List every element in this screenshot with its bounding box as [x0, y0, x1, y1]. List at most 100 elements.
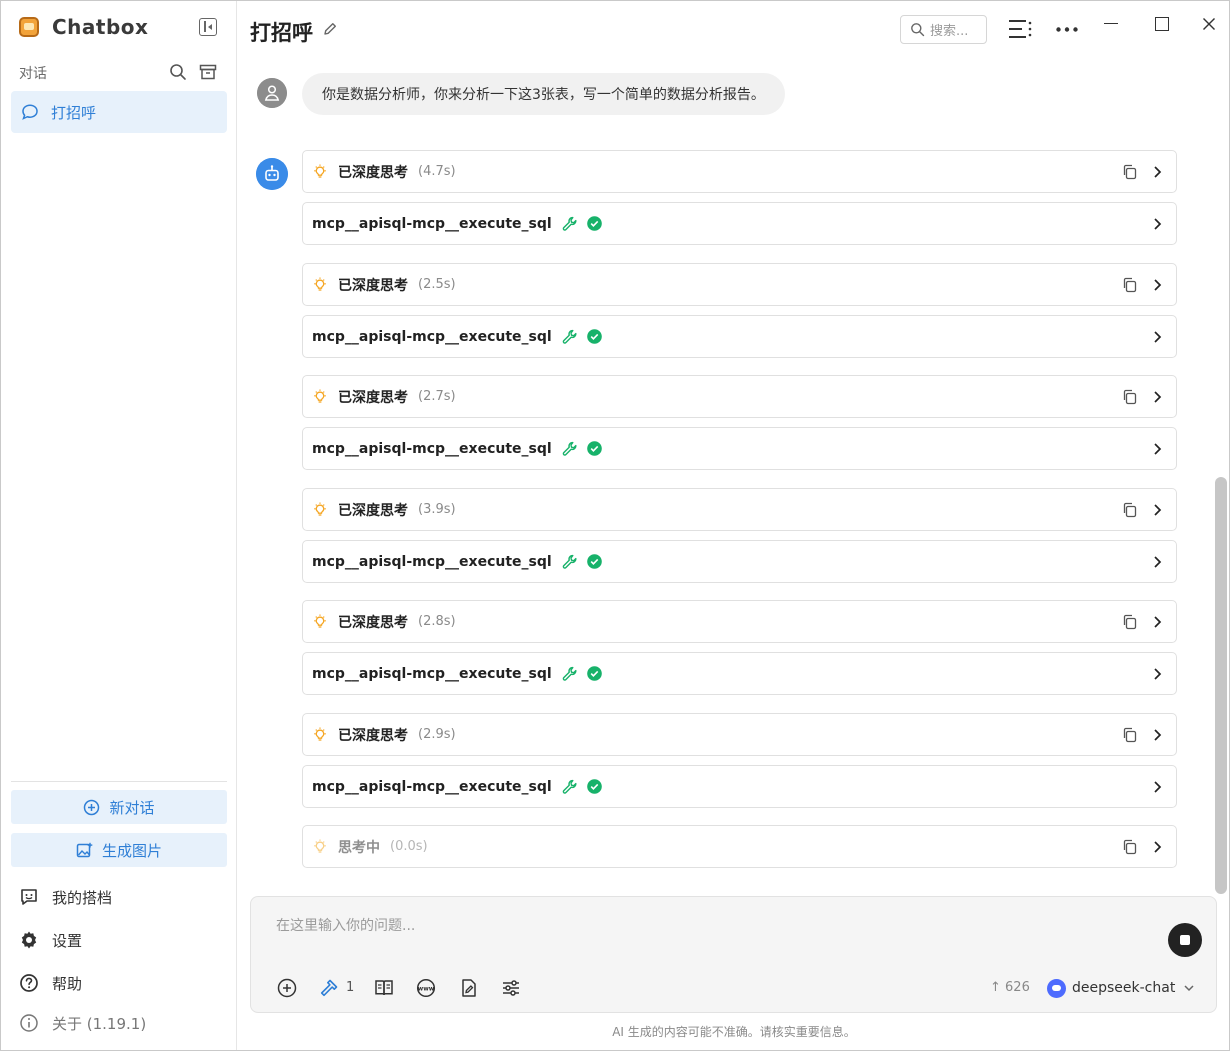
edit-pencil-icon[interactable] [322, 21, 338, 37]
help-link[interactable]: 帮助 [19, 971, 82, 995]
chevron-right-icon[interactable] [1150, 615, 1164, 629]
app-name: Chatbox [52, 15, 149, 39]
chevron-right-icon[interactable] [1150, 840, 1164, 854]
token-count-value: 626 [1005, 980, 1030, 995]
new-chat-button[interactable]: 新对话 [11, 790, 227, 824]
sidebar-item-conversation[interactable]: 打招呼 [11, 91, 227, 133]
window-close-icon[interactable] [1202, 17, 1216, 31]
lightbulb-icon [314, 389, 326, 403]
thinking-card[interactable]: 已深度思考 (2.8s) [302, 600, 1177, 643]
stop-generation-button[interactable] [1168, 923, 1202, 957]
attach-plus-icon[interactable] [277, 978, 297, 998]
chevron-right-icon[interactable] [1150, 667, 1164, 681]
knowledge-book-icon[interactable] [374, 978, 394, 998]
topic-list-icon[interactable] [1008, 18, 1032, 40]
search-icon [911, 23, 925, 37]
search-input[interactable]: 搜索... [900, 15, 987, 44]
copy-icon[interactable] [1122, 277, 1138, 293]
archive-icon[interactable] [199, 63, 217, 81]
message-input[interactable]: 在这里输入你的问题... [276, 915, 415, 935]
check-circle-icon [586, 216, 602, 231]
tool-call-card[interactable]: mcp__apisql-mcp__execute_sql [302, 652, 1177, 695]
ai-disclaimer: AI 生成的内容可能不准确。请核实重要信息。 [612, 1025, 856, 1039]
svg-text:www: www [418, 985, 435, 992]
lightbulb-icon [314, 164, 326, 178]
generate-image-button[interactable]: 生成图片 [11, 833, 227, 867]
tool-call-card[interactable]: mcp__apisql-mcp__execute_sql [302, 540, 1177, 583]
chevron-right-icon[interactable] [1150, 503, 1164, 517]
chevron-right-icon[interactable] [1150, 555, 1164, 569]
mcp-hammer-icon[interactable] [319, 978, 339, 998]
my-copilots-link[interactable]: 我的搭档 [19, 885, 112, 909]
conversation-label: 打招呼 [51, 103, 97, 122]
wrench-icon [562, 329, 577, 344]
chevron-right-icon[interactable] [1150, 165, 1164, 179]
check-circle-icon [586, 441, 602, 456]
copy-icon[interactable] [1122, 164, 1138, 180]
tool-call-card[interactable]: mcp__apisql-mcp__execute_sql [302, 765, 1177, 808]
model-selector[interactable]: deepseek-chat [1047, 977, 1195, 999]
chevron-right-icon[interactable] [1150, 442, 1164, 456]
sliders-icon[interactable] [501, 978, 521, 998]
mcp-tool-count: 1 [346, 980, 355, 995]
settings-label: 设置 [52, 931, 83, 950]
chevron-right-icon[interactable] [1150, 780, 1164, 794]
image-plus-icon [76, 842, 93, 857]
tool-call-name: mcp__apisql-mcp__execute_sql [312, 328, 552, 345]
settings-link[interactable]: 设置 [19, 928, 82, 952]
thinking-label: 已深度思考 [338, 614, 408, 631]
tool-call-card[interactable]: mcp__apisql-mcp__execute_sql [302, 202, 1177, 245]
thinking-label: 已深度思考 [338, 389, 408, 406]
thinking-time: (2.9s) [418, 727, 456, 742]
web-browsing-icon[interactable]: www [416, 978, 436, 998]
more-horizontal-icon[interactable] [1056, 27, 1078, 32]
lightbulb-icon [314, 727, 326, 741]
copy-icon[interactable] [1122, 502, 1138, 518]
sidebar-divider [11, 781, 227, 782]
tool-call-card[interactable]: mcp__apisql-mcp__execute_sql [302, 315, 1177, 358]
check-circle-icon [586, 329, 602, 344]
chevron-right-icon[interactable] [1150, 390, 1164, 404]
user-message: 你是数据分析师，你来分析一下这3张表，写一个简单的数据分析报告。 [302, 73, 785, 115]
chevron-right-icon[interactable] [1150, 728, 1164, 742]
tool-call-name: mcp__apisql-mcp__execute_sql [312, 778, 552, 795]
thinking-in-progress-card[interactable]: 思考中 (0.0s) [302, 825, 1177, 868]
thinking-card[interactable]: 已深度思考 (3.9s) [302, 488, 1177, 531]
window-minimize-button[interactable] [1104, 23, 1118, 25]
thinking-card[interactable]: 已深度思考 (4.7s) [302, 150, 1177, 193]
collapse-sidebar-icon[interactable] [199, 18, 217, 36]
conversations-section-label: 对话 [19, 66, 47, 82]
thinking-card[interactable]: 已深度思考 (2.9s) [302, 713, 1177, 756]
search-icon[interactable] [169, 63, 187, 81]
thinking-label: 已深度思考 [338, 164, 408, 181]
chevron-right-icon[interactable] [1150, 330, 1164, 344]
file-attach-icon[interactable] [459, 978, 479, 998]
wrench-icon [562, 441, 577, 456]
copy-icon[interactable] [1122, 727, 1138, 743]
sidebar: Chatbox 对话 打招呼 新对话 生成图片 我的搭档 设置 帮助 关于 (1… [1, 1, 237, 1050]
thinking-card[interactable]: 已深度思考 (2.7s) [302, 375, 1177, 418]
help-circle-icon [20, 974, 38, 992]
thinking-time: (0.0s) [390, 839, 428, 854]
chevron-right-icon[interactable] [1150, 278, 1164, 292]
token-count: ↑ 626 [990, 980, 1030, 995]
copy-icon[interactable] [1122, 614, 1138, 630]
tool-call-card[interactable]: mcp__apisql-mcp__execute_sql [302, 427, 1177, 470]
lightbulb-icon [314, 614, 326, 628]
thinking-card[interactable]: 已深度思考 (2.5s) [302, 263, 1177, 306]
generate-image-label: 生成图片 [101, 841, 162, 860]
app-window: Chatbox 对话 打招呼 新对话 生成图片 我的搭档 设置 帮助 关于 (1… [0, 0, 1230, 1051]
thinking-time: (2.7s) [418, 389, 456, 404]
copy-icon[interactable] [1122, 389, 1138, 405]
chat-main: 打招呼 搜索... 你是数据分析师，你来分析一下这3张表，写一个简单的数据分析报… [238, 1, 1230, 1050]
deepseek-logo-icon [1047, 978, 1066, 998]
about-link[interactable]: 关于 (1.19.1) [19, 1011, 146, 1035]
chevron-right-icon[interactable] [1150, 217, 1164, 231]
check-circle-icon [586, 666, 602, 681]
plus-circle-icon [84, 799, 100, 815]
window-maximize-button[interactable] [1155, 17, 1169, 31]
chat-scrollbar-thumb[interactable] [1215, 477, 1227, 894]
thinking-time: (2.8s) [418, 614, 456, 629]
copy-icon[interactable] [1122, 839, 1138, 855]
tool-call-name: mcp__apisql-mcp__execute_sql [312, 215, 552, 232]
